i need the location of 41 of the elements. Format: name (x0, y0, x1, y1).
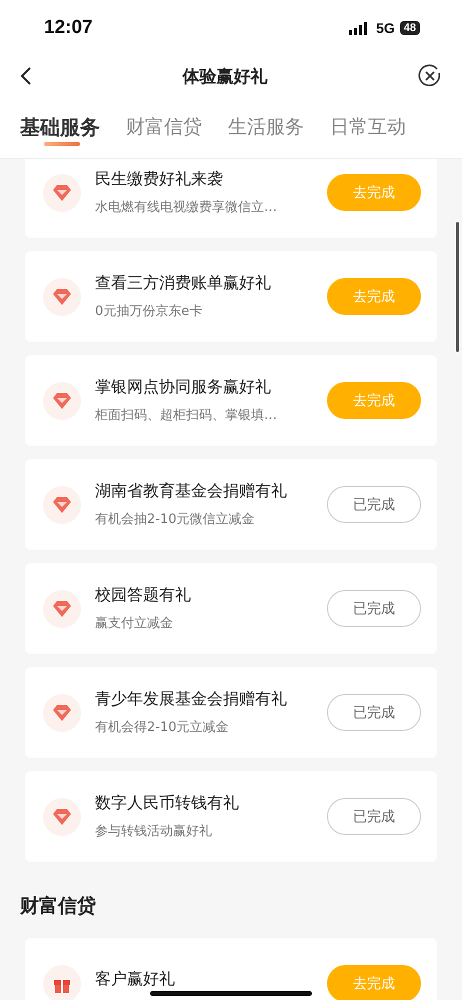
task-title: 青少年发展基金会捐赠有礼 (95, 689, 288, 710)
task-button[interactable]: 已完成 (327, 694, 421, 731)
status-time: 12:07 (44, 17, 93, 39)
task-description: 柜面扫码、超柜扫码、掌银填… (95, 407, 278, 424)
task-description: 0元抽万份京东e卡 (95, 303, 204, 320)
task-button[interactable]: 去完成 (327, 174, 421, 211)
task-description: 水电燃有线电视缴费享微信立… (95, 199, 278, 216)
category-tab[interactable]: 基础服务 (20, 96, 100, 158)
task-title: 民生缴费好礼来袭 (95, 169, 224, 190)
category-tab[interactable]: 日常互动 (330, 96, 406, 158)
diamond-icon (52, 496, 72, 514)
diamond-icon (52, 184, 72, 202)
task-title: 掌银网点协同服务赢好礼 (95, 377, 272, 398)
battery-indicator: 48 (400, 21, 420, 35)
back-button[interactable] (20, 66, 32, 86)
diamond-icon (52, 704, 72, 722)
task-button[interactable]: 已完成 (327, 486, 421, 523)
task-button[interactable]: 去完成 (327, 965, 421, 1000)
task-description: 参与转钱活动赢好礼 (95, 823, 213, 840)
diamond-icon (52, 600, 72, 618)
task-button[interactable]: 已完成 (327, 590, 421, 627)
task-title: 查看三方消费账单赢好礼 (95, 273, 272, 294)
task-description: 有机会抽2-10元微信立减金 (95, 511, 256, 528)
task-button[interactable]: 去完成 (327, 278, 421, 315)
task-description: 赢支付立减金 (95, 615, 174, 632)
section-heading: 财富信贷 (20, 894, 97, 919)
task-description: 有机会得2-10元立减金 (95, 719, 230, 736)
close-button[interactable] (418, 64, 442, 88)
task-title: 校园答题有礼 (95, 585, 192, 606)
category-tab[interactable]: 财富信贷 (126, 96, 202, 158)
task-title: 数字人民币转钱有礼 (95, 793, 240, 814)
diamond-icon (52, 392, 72, 410)
task-title: 客户赢好礼 (95, 969, 176, 990)
task-button[interactable]: 已完成 (327, 798, 421, 835)
task-button[interactable]: 去完成 (327, 382, 421, 419)
diamond-icon (52, 288, 72, 306)
page-title: 体验赢好礼 (182, 66, 268, 88)
network-label: 5G (376, 20, 395, 36)
task-title: 湖南省教育基金会捐赠有礼 (95, 481, 288, 502)
diamond-icon (52, 808, 72, 826)
category-tab[interactable]: 生活服务 (228, 96, 304, 158)
